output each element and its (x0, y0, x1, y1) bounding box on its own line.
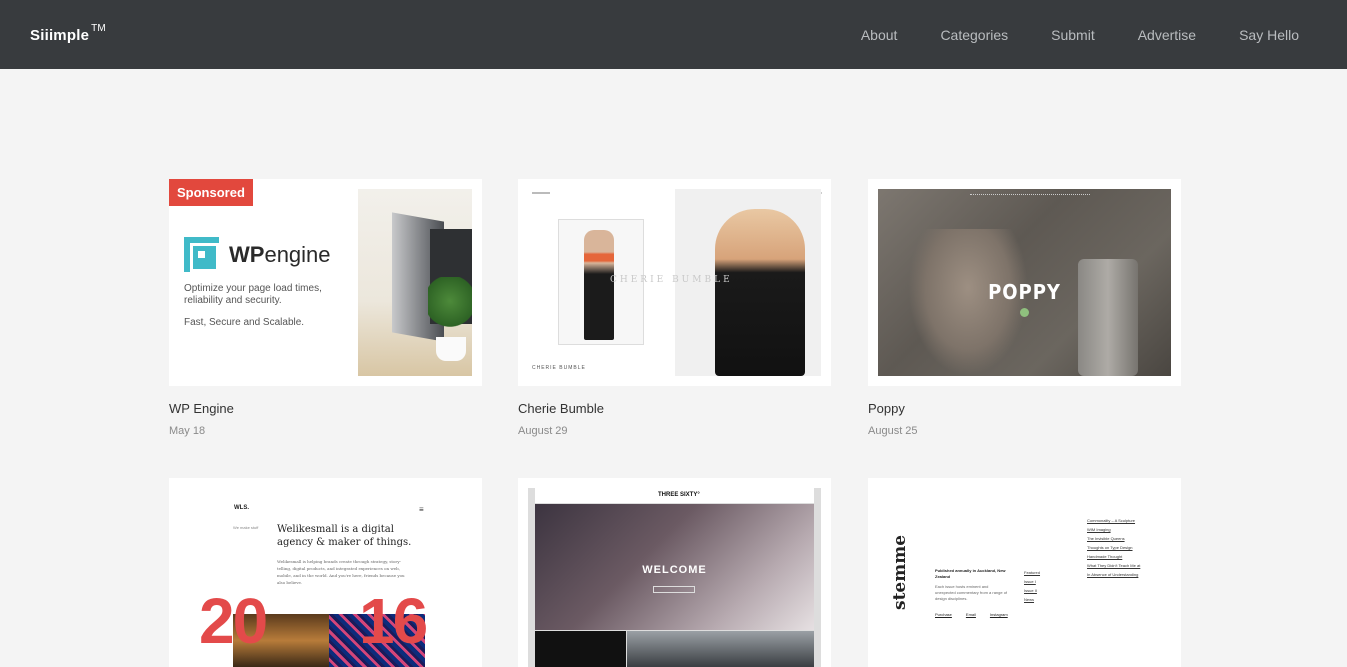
preview-hero-heading: WELCOME (642, 564, 707, 576)
preview-footer-links: Purchase Email Instagram (935, 612, 1008, 617)
preview-block-dark (535, 631, 626, 667)
preview-logo: THREE SIXTY° (658, 492, 700, 498)
play-icon (1020, 308, 1029, 317)
card-title[interactable]: Cherie Bumble (518, 401, 604, 416)
wp-engine-wordmark: WPengine (229, 241, 331, 267)
preview-side-text: We make stuff (233, 525, 259, 530)
preview-hero-button (653, 586, 695, 593)
site-header: Siiimple TM About Categories Submit Adver… (0, 0, 1347, 69)
card-poppy[interactable]: POPPY Poppy August 25 (868, 179, 1181, 437)
pot-shape (436, 337, 466, 361)
card-welikesmall[interactable]: WLS. ≡ We make stuff Welikesmall is a di… (169, 478, 482, 667)
preview-heading: POPPY (988, 280, 1061, 304)
card-stemme[interactable]: stemme Published annually in Auckland, N… (868, 478, 1181, 667)
nav-submit[interactable]: Submit (1051, 27, 1095, 43)
menu-icon: ≡ (419, 505, 424, 514)
nav-advertise[interactable]: Advertise (1138, 27, 1196, 43)
preview-pub-body: Each issue hosts eminent and unexpected … (935, 584, 1008, 601)
card-thumbnail[interactable]: CHERIE BUMBLE CHERIE BUMBLE (518, 179, 831, 386)
nav-categories[interactable]: Categories (940, 27, 1008, 43)
nav-say-hello[interactable]: Say Hello (1239, 27, 1299, 43)
preview-block-photo (627, 631, 814, 667)
card-wp-engine[interactable]: Sponsored WPengine Optimize your page lo… (169, 179, 482, 437)
card-three-sixty[interactable]: THREE SIXTY° WELCOME (518, 478, 831, 667)
card-thumbnail[interactable]: THREE SIXTY° WELCOME (518, 478, 831, 667)
plant-shape (428, 277, 472, 337)
preview-brand: WLS. (234, 505, 249, 511)
trademark-mark: TM (91, 23, 106, 34)
card-thumbnail[interactable]: Sponsored WPengine Optimize your page lo… (169, 179, 482, 386)
preview-number-left: 20 (199, 585, 268, 657)
card-title[interactable]: Poppy (868, 401, 905, 416)
preview-publication: Published annually in Auckland, New Zeal… (935, 568, 1010, 618)
preview-body: Welikesmall is helping brands create thr… (277, 559, 405, 585)
site-logo[interactable]: Siiimple TM (30, 23, 106, 44)
wp-engine-logo-icon (184, 237, 219, 272)
card-date: August 25 (868, 425, 918, 437)
preview-article-list: Commonality – A Sculpture WIM Imaging Th… (1087, 518, 1141, 577)
preview-nav-links: Featured Issue I Issue II News (1024, 570, 1041, 602)
preview-watermark: CHERIE BUMBLE (610, 275, 733, 285)
card-cherie-bumble[interactable]: CHERIE BUMBLE CHERIE BUMBLE Cherie Bumbl… (518, 179, 831, 437)
preview-nav (970, 194, 1090, 196)
preview-brand: stemme (890, 534, 910, 610)
card-thumbnail[interactable]: POPPY (868, 179, 1181, 386)
desk-photo (358, 189, 472, 376)
card-title[interactable]: WP Engine (169, 401, 234, 416)
card-thumbnail[interactable]: WLS. ≡ We make stuff Welikesmall is a di… (169, 478, 482, 667)
nav-about[interactable]: About (861, 27, 898, 43)
card-date: May 18 (169, 425, 206, 437)
main-nav: About Categories Submit Advertise Say He… (818, 27, 1299, 43)
wp-engine-logo: WPengine (184, 237, 331, 272)
sponsored-badge: Sponsored (169, 179, 253, 206)
preview-hero: WELCOME (535, 504, 814, 630)
card-date: August 29 (518, 425, 568, 437)
preview-number-right: 16 (359, 585, 428, 657)
site-logo-text: Siiimple (30, 27, 90, 44)
card-thumbnail[interactable]: stemme Published annually in Auckland, N… (868, 478, 1181, 667)
preview-product (1078, 259, 1138, 376)
preview-figure (584, 230, 614, 340)
preview-pub-title: Published annually in Auckland, New Zeal… (935, 568, 1006, 579)
preview-headline: Welikesmall is a digital agency & maker … (277, 524, 412, 548)
preview-model (715, 209, 805, 376)
preview-caption: CHERIE BUMBLE (532, 365, 586, 371)
ad-text-line-3: Fast, Secure and Scalable. (184, 317, 305, 328)
preview-nav-left (532, 192, 550, 194)
ad-text-line-2: reliability and security. (184, 295, 282, 306)
preview-image: POPPY (878, 189, 1171, 376)
